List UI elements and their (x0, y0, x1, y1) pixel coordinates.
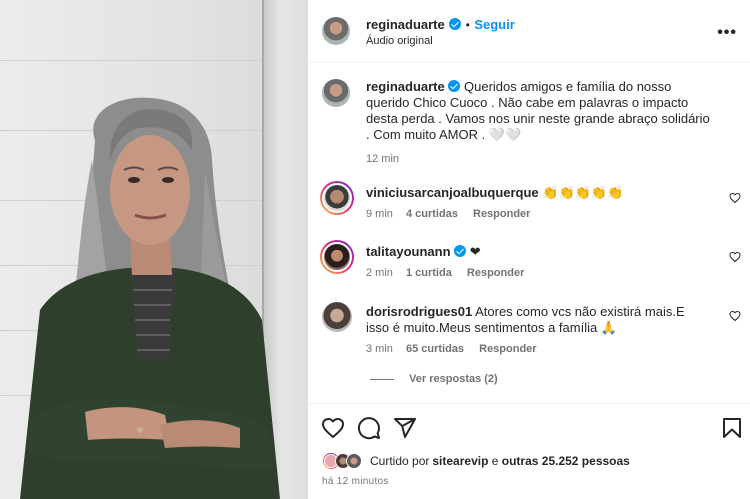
commenter-avatar[interactable] (320, 181, 354, 215)
comment-body: talitayounann ❤ (366, 244, 716, 260)
comment-text: 👏👏👏👏👏 (542, 185, 624, 200)
likes-prefix: Curtido por (370, 454, 430, 468)
comment-author[interactable]: dorisrodrigues01 (366, 304, 472, 319)
like-comment-heart-icon[interactable] (729, 251, 741, 263)
more-options-icon[interactable]: ••• (717, 24, 737, 42)
comment-time: 3 min (366, 343, 393, 355)
liker-avatar[interactable] (346, 453, 362, 469)
post-header: reginaduarte • Seguir Áudio original ••• (308, 0, 750, 63)
caption: reginaduarte Queridos amigos e família d… (366, 79, 711, 165)
liker-username[interactable]: sitearevip (432, 454, 488, 468)
action-bar (308, 403, 750, 449)
heart-icon[interactable] (321, 416, 345, 440)
like-comment-heart-icon[interactable] (729, 192, 741, 204)
verified-badge-icon (448, 80, 461, 92)
commenter-avatar[interactable] (320, 240, 354, 274)
comment-time: 9 min (366, 208, 393, 220)
likes-others-link[interactable]: outras 25.252 pessoas (502, 454, 630, 468)
comment-likes[interactable]: 4 curtidas (406, 208, 458, 220)
caption-time: 12 min (366, 153, 400, 165)
view-replies-label: Ver respostas (2) (409, 373, 498, 385)
bookmark-icon[interactable] (720, 416, 744, 440)
comment-author[interactable]: viniciusarcanjoalbuquerque (366, 185, 539, 200)
post-timestamp[interactable]: há 12 minutos (322, 476, 389, 487)
reply-button[interactable]: Responder (467, 267, 524, 279)
reply-button[interactable]: Responder (473, 208, 530, 220)
comment-time: 2 min (366, 267, 393, 279)
comment-icon[interactable] (357, 416, 381, 440)
comment-body: dorisrodrigues01 Atores como vcs não exi… (366, 304, 711, 336)
share-icon[interactable] (393, 416, 417, 440)
follow-button[interactable]: Seguir (474, 17, 514, 32)
post-details-panel: reginaduarte • Seguir Áudio original •••… (307, 0, 750, 499)
comment-meta: 2 min 1 curtida Responder (366, 267, 524, 279)
like-comment-heart-icon[interactable] (729, 310, 741, 322)
verified-badge-icon (454, 245, 467, 257)
view-replies-button[interactable]: Ver respostas (2) (370, 373, 498, 385)
comment-likes[interactable]: 65 curtidas (406, 343, 464, 355)
post-media[interactable] (0, 0, 307, 499)
likes-conjunction: e (488, 454, 502, 468)
separator-dot: • (465, 18, 470, 32)
comment-meta: 9 min 4 curtidas Responder (366, 208, 530, 220)
audio-label[interactable]: Áudio original (366, 35, 433, 47)
caption-author[interactable]: reginaduarte (366, 79, 445, 94)
commenter-avatar[interactable] (322, 302, 352, 332)
likes-summary: Curtido por sitearevip e outras 25.252 p… (322, 452, 630, 470)
author-line: reginaduarte • Seguir (366, 16, 515, 34)
comment-author[interactable]: talitayounann (366, 244, 451, 259)
verified-badge-icon (449, 18, 462, 30)
comment-body: viniciusarcanjoalbuquerque 👏👏👏👏👏 (366, 185, 716, 201)
reply-button[interactable]: Responder (479, 343, 536, 355)
replies-divider-line (370, 378, 394, 380)
caption-author-avatar[interactable] (322, 79, 350, 107)
comment-likes[interactable]: 1 curtida (406, 267, 452, 279)
comment-text: ❤ (469, 244, 481, 259)
author-username[interactable]: reginaduarte (366, 17, 445, 32)
author-avatar[interactable] (322, 17, 350, 45)
comment-meta: 3 min 65 curtidas Responder (366, 343, 537, 355)
person-figure (20, 97, 280, 499)
